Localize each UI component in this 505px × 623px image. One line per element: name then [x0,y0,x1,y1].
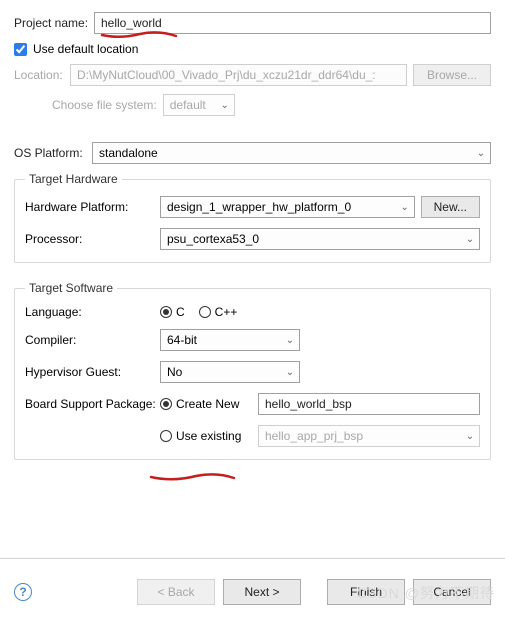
chevron-down-icon: ⌄ [281,367,299,378]
target-software-legend: Target Software [25,281,117,295]
bsp-name-input[interactable] [258,393,480,415]
bsp-existing-value: hello_app_prj_bsp [259,429,461,443]
use-default-location-label: Use default location [33,42,138,56]
bsp-use-existing-label: Use existing [176,429,258,443]
chevron-down-icon: ⌄ [281,335,299,346]
project-name-input[interactable] [94,12,491,34]
hypervisor-value: No [161,365,281,379]
processor-label: Processor: [25,232,160,246]
use-default-location-checkbox[interactable] [14,43,27,56]
bsp-existing-select: hello_app_prj_bsp ⌄ [258,425,480,447]
language-c-radio[interactable] [160,306,172,318]
os-platform-select[interactable]: standalone ⌄ [92,142,491,164]
hypervisor-label: Hypervisor Guest: [25,365,160,379]
hw-new-button[interactable]: New... [421,196,480,218]
chevron-down-icon: ⌄ [461,431,479,442]
language-c-label: C [176,305,185,319]
hypervisor-select[interactable]: No ⌄ [160,361,300,383]
finish-button[interactable]: Finish [327,579,405,605]
bsp-use-existing-radio[interactable] [160,430,172,442]
chevron-down-icon: ⌄ [216,100,234,111]
target-software-group: Target Software Language: C C++ Compiler… [14,281,491,460]
annotation-mark [148,471,238,486]
chevron-down-icon: ⌄ [461,234,479,245]
processor-select[interactable]: psu_cortexa53_0 ⌄ [160,228,480,250]
chevron-down-icon: ⌄ [396,202,414,213]
os-platform-label: OS Platform: [14,146,92,160]
compiler-label: Compiler: [25,333,160,347]
filesystem-select: default ⌄ [163,94,235,116]
language-cpp-radio[interactable] [199,306,211,318]
dialog-footer: ? < Back Next > Finish Cancel [0,569,505,623]
target-hardware-group: Target Hardware Hardware Platform: desig… [14,172,491,263]
bsp-label: Board Support Package: [25,397,160,411]
target-hardware-legend: Target Hardware [25,172,122,186]
hw-platform-label: Hardware Platform: [25,200,160,214]
help-icon[interactable]: ? [14,583,32,601]
language-cpp-label: C++ [215,305,238,319]
os-platform-value: standalone [93,146,472,160]
location-input [70,64,407,86]
processor-value: psu_cortexa53_0 [161,232,461,246]
filesystem-value: default [164,98,216,112]
next-button[interactable]: Next > [223,579,301,605]
location-label: Location: [14,68,70,82]
choose-filesystem-label: Choose file system: [52,98,157,112]
bsp-create-new-radio[interactable] [160,398,172,410]
back-button: < Back [137,579,215,605]
hw-platform-select[interactable]: design_1_wrapper_hw_platform_0 ⌄ [160,196,415,218]
language-label: Language: [25,305,160,319]
project-name-label: Project name: [14,16,94,30]
compiler-select[interactable]: 64-bit ⌄ [160,329,300,351]
browse-button: Browse... [413,64,491,86]
cancel-button[interactable]: Cancel [413,579,491,605]
bsp-create-new-label: Create New [176,397,258,411]
hw-platform-value: design_1_wrapper_hw_platform_0 [161,200,396,214]
compiler-value: 64-bit [161,333,281,347]
chevron-down-icon: ⌄ [472,148,490,159]
